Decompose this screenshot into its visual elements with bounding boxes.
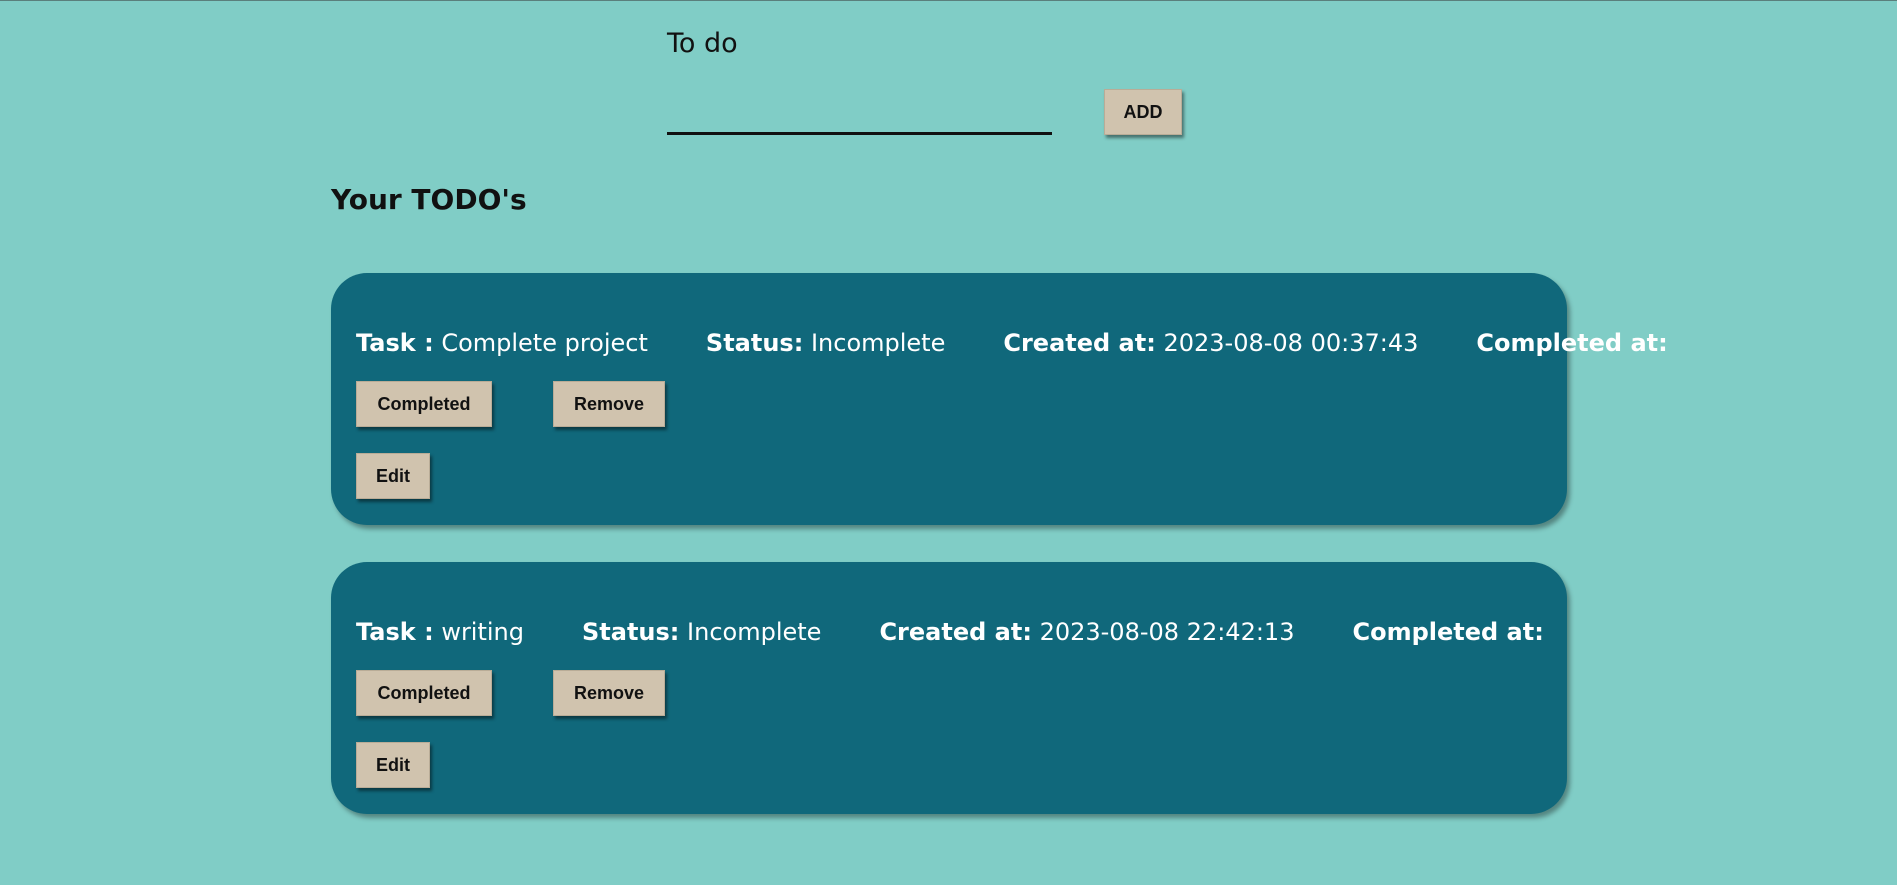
todo-input[interactable] [667, 98, 1052, 135]
remove-button[interactable]: Remove [553, 381, 665, 427]
todo-input-label: To do [667, 28, 738, 59]
edit-button[interactable]: Edit [356, 453, 430, 499]
task-value: Complete project [441, 329, 648, 357]
add-button[interactable]: ADD [1104, 89, 1182, 135]
status-value: Incomplete [687, 618, 822, 646]
task-label: Task : [356, 329, 434, 357]
todo-card: Task : Complete project Status: Incomplet… [331, 273, 1668, 525]
created-field: Created at: 2023-08-08 00:37:43 [1003, 327, 1418, 359]
top-border [0, 0, 1897, 1]
add-todo-form: To do [667, 26, 1052, 135]
completed-at-field: Completed at: [1352, 616, 1543, 648]
status-field: Status: Incomplete [582, 616, 821, 648]
todo-details: Task : Complete project Status: Incomplet… [356, 327, 1668, 359]
completed-button[interactable]: Completed [356, 670, 492, 716]
todo-card: Task : writing Status: Incomplete Created … [331, 562, 1567, 814]
completed-at-label: Completed at: [1476, 329, 1668, 357]
status-value: Incomplete [810, 329, 946, 357]
created-value: 2023-08-08 22:42:13 [1039, 618, 1295, 646]
edit-button[interactable]: Edit [356, 742, 430, 788]
created-field: Created at: 2023-08-08 22:42:13 [879, 616, 1294, 648]
remove-button[interactable]: Remove [553, 670, 665, 716]
status-label: Status: [582, 618, 680, 646]
todo-details: Task : writing Status: Incomplete Created … [356, 616, 1544, 648]
created-value: 2023-08-08 00:37:43 [1163, 329, 1419, 357]
completed-at-label: Completed at: [1352, 618, 1544, 646]
task-field: Task : writing [356, 616, 524, 648]
task-label: Task : [356, 618, 434, 646]
task-field: Task : Complete project [356, 327, 648, 359]
task-value: writing [441, 618, 524, 646]
completed-button[interactable]: Completed [356, 381, 492, 427]
status-label: Status: [705, 329, 804, 357]
created-label: Created at: [1003, 329, 1156, 357]
todo-list-title: Your TODO's [331, 183, 527, 216]
completed-at-field: Completed at: [1476, 327, 1667, 359]
created-label: Created at: [879, 618, 1032, 646]
status-field: Status: Incomplete [706, 327, 945, 359]
